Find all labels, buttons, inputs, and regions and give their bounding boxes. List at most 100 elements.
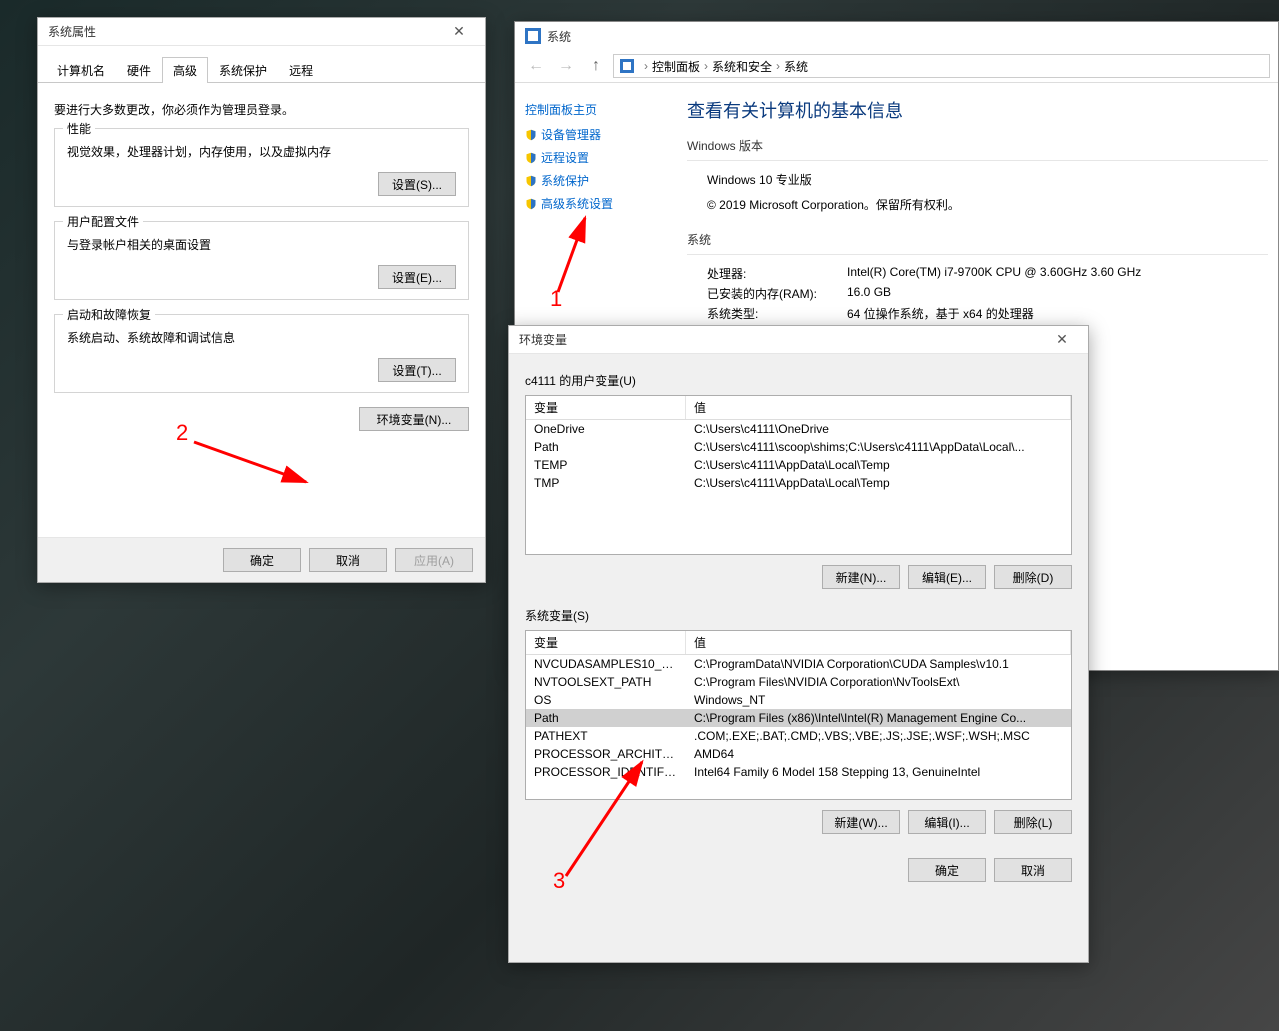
var-name: Path (526, 709, 686, 727)
shield-icon (525, 175, 537, 187)
env-titlebar[interactable]: 环境变量 ✕ (509, 326, 1088, 354)
ok-button[interactable]: 确定 (223, 548, 301, 572)
user-profile-settings-button[interactable]: 设置(E)... (378, 265, 456, 289)
table-row[interactable]: PATHEXT.COM;.EXE;.BAT;.CMD;.VBS;.VBE;.JS… (526, 727, 1071, 745)
col-value[interactable]: 值 (686, 396, 1071, 419)
breadcrumb[interactable]: › 控制面板 › 系统和安全 › 系统 (613, 54, 1270, 78)
env-cancel-button[interactable]: 取消 (994, 858, 1072, 882)
col-variable[interactable]: 变量 (526, 631, 686, 654)
var-name: PROCESSOR_ARCHITECT... (526, 745, 686, 763)
system-delete-button[interactable]: 删除(L) (994, 810, 1072, 834)
var-name: NVCUDASAMPLES10_1_R... (526, 655, 686, 673)
performance-group: 性能 视觉效果，处理器计划，内存使用，以及虚拟内存 设置(S)... (54, 128, 469, 207)
environment-variables-button[interactable]: 环境变量(N)... (359, 407, 469, 431)
performance-legend: 性能 (63, 120, 95, 137)
nav-back-icon[interactable]: ← (523, 54, 549, 78)
sidebar-link-label: 高级系统设置 (541, 197, 613, 211)
sysprops-title: 系统属性 (48, 23, 439, 40)
table-row[interactable]: NVCUDASAMPLES10_1_R...C:\ProgramData\NVI… (526, 655, 1071, 673)
system-icon (525, 28, 541, 44)
var-value: C:\ProgramData\NVIDIA Corporation\CUDA S… (686, 655, 1071, 673)
var-value: Windows_NT (686, 691, 1071, 709)
systype-value: 64 位操作系统，基于 x64 的处理器 (847, 305, 1034, 322)
table-row[interactable]: TMPC:\Users\c4111\AppData\Local\Temp (526, 474, 1071, 492)
bc-control-panel[interactable]: 控制面板 (652, 58, 700, 75)
table-row[interactable]: OSWindows_NT (526, 691, 1071, 709)
table-row[interactable]: PROCESSOR_IDENTIFIERIntel64 Family 6 Mod… (526, 763, 1071, 781)
startup-recovery-desc: 系统启动、系统故障和调试信息 (67, 329, 456, 346)
table-row[interactable]: NVTOOLSEXT_PATHC:\Program Files\NVIDIA C… (526, 673, 1071, 691)
tab-computer-name[interactable]: 计算机名 (46, 57, 116, 83)
system-edit-button[interactable]: 编辑(I)... (908, 810, 986, 834)
startup-recovery-legend: 启动和故障恢复 (63, 306, 155, 323)
close-icon[interactable]: ✕ (439, 18, 479, 45)
var-name: OS (526, 691, 686, 709)
user-profile-desc: 与登录帐户相关的桌面设置 (67, 236, 456, 253)
system-new-button[interactable]: 新建(W)... (822, 810, 900, 834)
nav-up-icon[interactable]: ↑ (583, 54, 609, 78)
cancel-button[interactable]: 取消 (309, 548, 387, 572)
var-value: C:\Users\c4111\AppData\Local\Temp (686, 474, 1071, 492)
shield-icon (525, 129, 537, 141)
bc-system-security[interactable]: 系统和安全 (712, 58, 772, 75)
bc-system[interactable]: 系统 (784, 58, 808, 75)
tab-system-protection[interactable]: 系统保护 (208, 57, 278, 83)
user-profile-legend: 用户配置文件 (63, 213, 143, 230)
ram-value: 16.0 GB (847, 285, 891, 302)
copyright-text: © 2019 Microsoft Corporation。保留所有权利。 (707, 196, 1268, 213)
syswin-titlebar[interactable]: 系统 (515, 22, 1278, 50)
page-heading: 查看有关计算机的基本信息 (687, 97, 1268, 123)
cpu-value: Intel(R) Core(TM) i7-9700K CPU @ 3.60GHz… (847, 265, 1141, 282)
startup-recovery-settings-button[interactable]: 设置(T)... (378, 358, 456, 382)
var-value: C:\Program Files (x86)\Intel\Intel(R) Ma… (686, 709, 1071, 727)
sidebar-link[interactable]: 高级系统设置 (525, 195, 675, 212)
var-name: Path (526, 438, 686, 456)
col-value[interactable]: 值 (686, 631, 1071, 654)
tab-hardware[interactable]: 硬件 (116, 57, 162, 83)
col-variable[interactable]: 变量 (526, 396, 686, 419)
sidebar-link[interactable]: 远程设置 (525, 149, 675, 166)
var-value: C:\Users\c4111\AppData\Local\Temp (686, 456, 1071, 474)
ram-label: 已安装的内存(RAM): (707, 285, 847, 302)
table-row[interactable]: PROCESSOR_ARCHITECT...AMD64 (526, 745, 1071, 763)
table-row[interactable]: PathC:\Program Files (x86)\Intel\Intel(R… (526, 709, 1071, 727)
control-panel-home-link[interactable]: 控制面板主页 (525, 101, 675, 118)
system-variables-list[interactable]: 变量 值 NVCUDASAMPLES10_1_R...C:\ProgramDat… (525, 630, 1072, 800)
var-name: PATHEXT (526, 727, 686, 745)
sidebar-link[interactable]: 设备管理器 (525, 126, 675, 143)
shield-icon (525, 198, 537, 210)
table-row[interactable]: PathC:\Users\c4111\scoop\shims;C:\Users\… (526, 438, 1071, 456)
table-row[interactable]: TEMPC:\Users\c4111\AppData\Local\Temp (526, 456, 1071, 474)
sidebar-link[interactable]: 系统保护 (525, 172, 675, 189)
user-delete-button[interactable]: 删除(D) (994, 565, 1072, 589)
nav-forward-icon[interactable]: → (553, 54, 579, 78)
table-row[interactable]: OneDriveC:\Users\c4111\OneDrive (526, 420, 1071, 438)
close-icon[interactable]: ✕ (1042, 326, 1082, 353)
sysprops-tabs: 计算机名 硬件 高级 系统保护 远程 (38, 46, 485, 83)
var-value: C:\Users\c4111\OneDrive (686, 420, 1071, 438)
performance-settings-button[interactable]: 设置(S)... (378, 172, 456, 196)
sidebar-link-label: 设备管理器 (541, 128, 601, 142)
cpu-label: 处理器: (707, 265, 847, 282)
startup-recovery-group: 启动和故障恢复 系统启动、系统故障和调试信息 设置(T)... (54, 314, 469, 393)
annotation-1: 1 (550, 286, 562, 312)
sidebar-link-label: 远程设置 (541, 151, 589, 165)
performance-desc: 视觉效果，处理器计划，内存使用，以及虚拟内存 (67, 143, 456, 160)
system-properties-dialog: 系统属性 ✕ 计算机名 硬件 高级 系统保护 远程 要进行大多数更改，你必须作为… (37, 17, 486, 583)
windows-edition-label: Windows 版本 (687, 137, 1268, 154)
env-title: 环境变量 (519, 331, 1042, 348)
sidebar-link-label: 系统保护 (541, 174, 589, 188)
var-name: OneDrive (526, 420, 686, 438)
nav-toolbar: ← → ↑ › 控制面板 › 系统和安全 › 系统 (515, 50, 1278, 83)
env-ok-button[interactable]: 确定 (908, 858, 986, 882)
sysprops-titlebar[interactable]: 系统属性 ✕ (38, 18, 485, 46)
breadcrumb-icon (620, 59, 634, 73)
user-edit-button[interactable]: 编辑(E)... (908, 565, 986, 589)
user-variables-list[interactable]: 变量 值 OneDriveC:\Users\c4111\OneDrivePath… (525, 395, 1072, 555)
user-profile-group: 用户配置文件 与登录帐户相关的桌面设置 设置(E)... (54, 221, 469, 300)
syswin-title: 系统 (547, 28, 571, 45)
apply-button[interactable]: 应用(A) (395, 548, 473, 572)
tab-advanced[interactable]: 高级 (162, 57, 208, 83)
tab-remote[interactable]: 远程 (278, 57, 324, 83)
user-new-button[interactable]: 新建(N)... (822, 565, 900, 589)
